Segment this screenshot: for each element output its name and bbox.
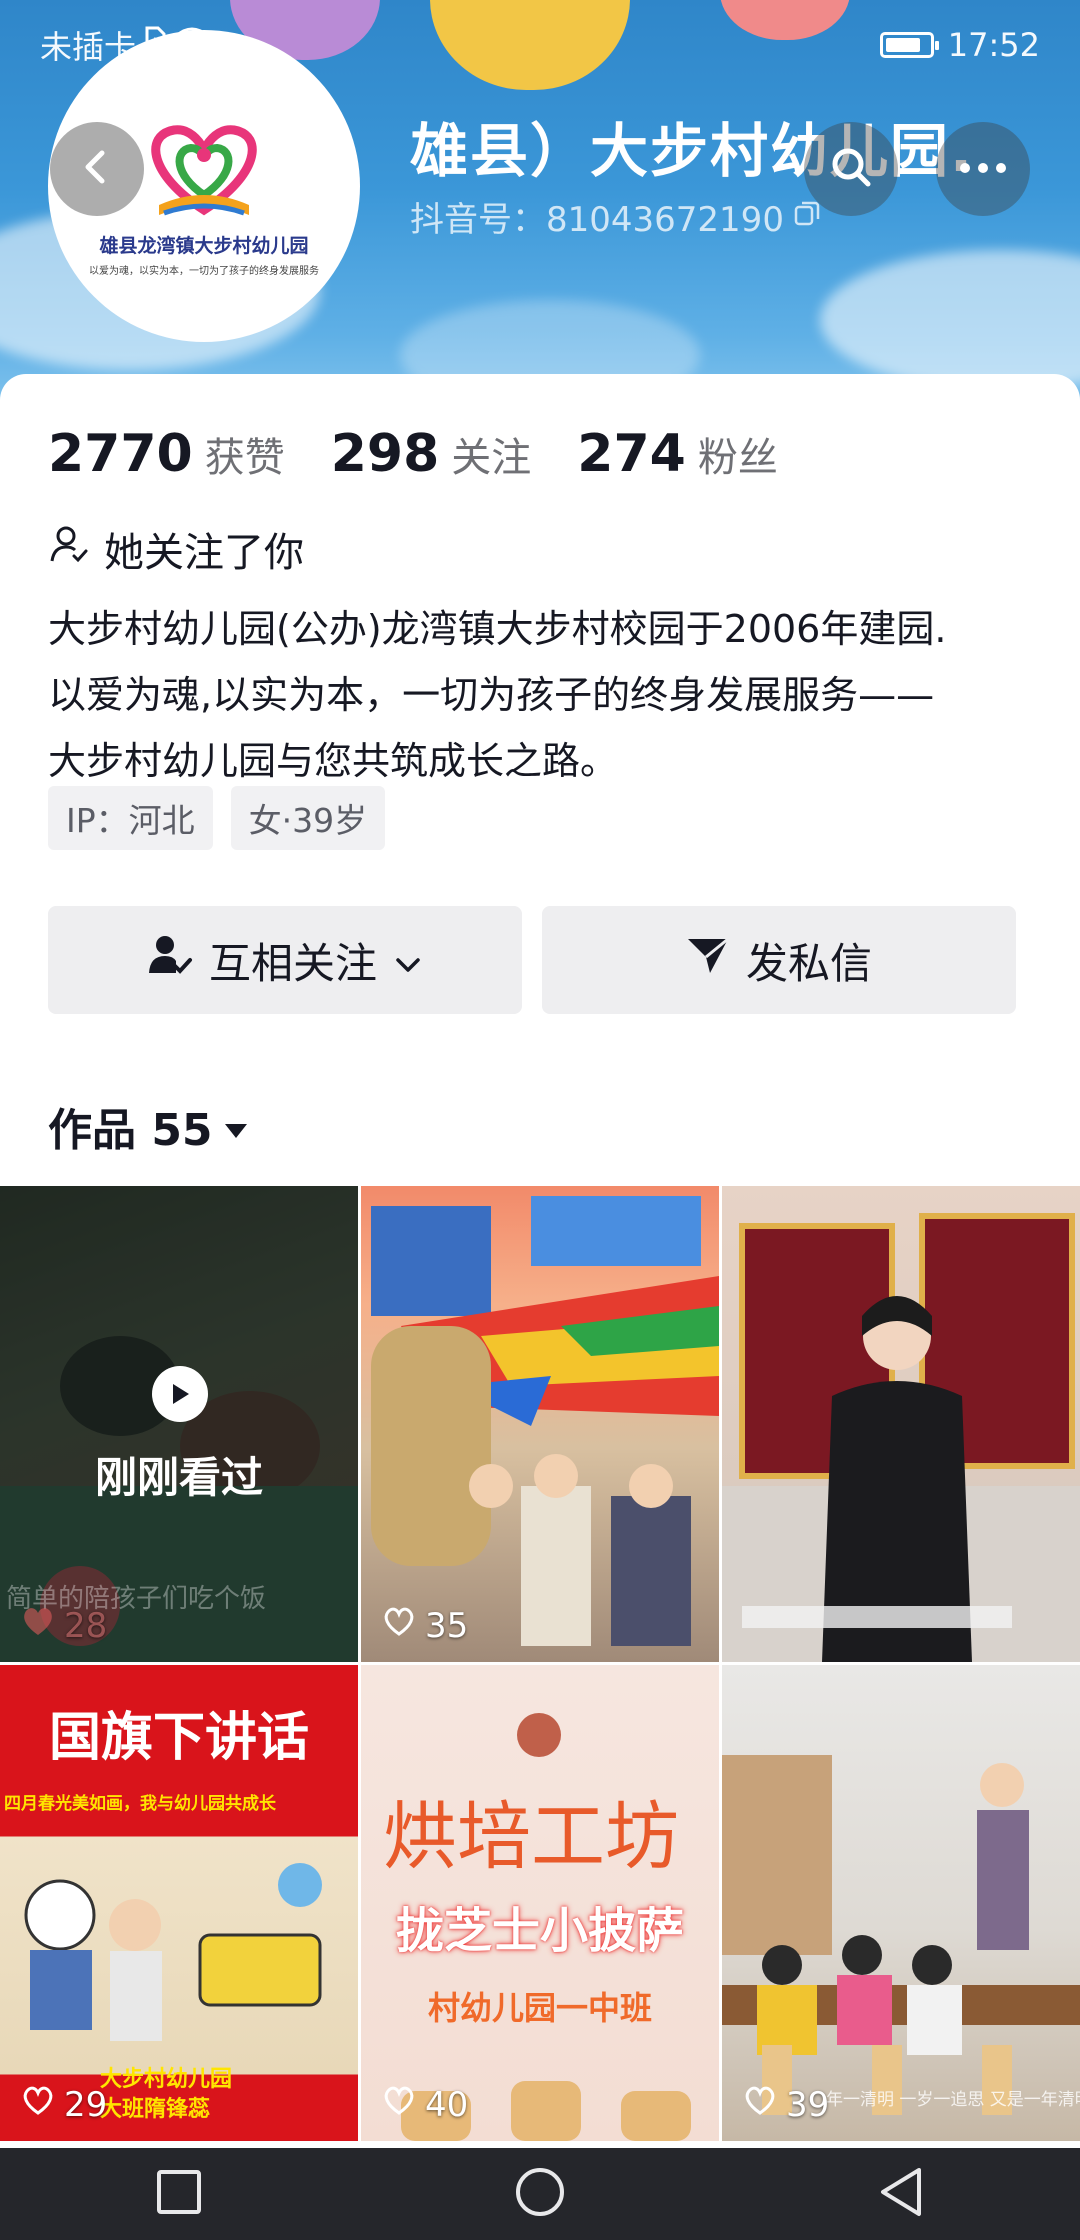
video-subtitle: 四月春光美如画，我与幼儿园共成长 [4,1794,276,1814]
person-check-filled-icon [147,933,193,987]
video-thumbnail[interactable] [722,1186,1080,1662]
mutual-follow-label: 互相关注 [208,938,377,988]
video-thumbnail[interactable]: 刚刚看过 简单的陪孩子们吃个饭 28 [0,1186,358,1662]
back-triangle-button[interactable] [877,2166,925,2222]
stat-label: 关注 [451,435,532,481]
stat-followers[interactable]: 274 粉丝 [577,424,778,484]
video-caption: 年一清明 一岁一追思 又是一年清明 [826,2090,1080,2110]
gender-age-tag: 女·39岁 [230,786,386,850]
thumbnail-scene [722,1213,1080,1662]
status-bar: 未插卡 ! 17:52 [0,0,1080,90]
battery-icon [879,32,939,58]
video-grid: 刚刚看过 简单的陪孩子们吃个饭 28 35 国旗下讲话 四月春光美如画，我与幼儿… [0,1186,1080,2141]
ip-location-tag: IP：河北 [48,786,213,850]
carrier-text: 未插卡 [40,28,137,66]
douyin-id-text: 抖音号：81043672190 [410,200,784,240]
recent-apps-button[interactable] [155,2168,203,2220]
stat-following[interactable]: 298 关注 [331,424,532,484]
brand-badge [517,1713,561,1757]
stats-row: 2770 获赞 298 关注 274 粉丝 [48,424,778,484]
person-check-icon [48,523,90,575]
recently-viewed-label: 刚刚看过 [94,1453,263,1502]
video-thumbnail[interactable]: 年一清明 一岁一追思 又是一年清明 39 [722,1665,1080,2141]
like-count: 35 [381,1605,468,1646]
home-button[interactable] [514,2166,566,2222]
video-subtitle: 拢芝士小披萨 [395,1903,684,1959]
more-dots-icon [958,160,1008,179]
wifi-icon [174,26,210,64]
caret-down-icon [223,1101,249,1152]
bio-line: 大步村幼儿园与您共筑成长之路。 [48,739,619,783]
system-navigation-bar [0,2148,1080,2240]
video-title: 烘培工坊 [383,1794,679,1880]
like-count-text: 28 [64,1605,108,1646]
thumbnail-scene [722,1755,1080,2115]
heart-icon [20,1605,56,1646]
video-thumbnail[interactable]: 35 [361,1186,719,1662]
like-count: 28 [20,1605,107,1646]
chevron-down-icon [393,936,423,985]
like-count: 39 [742,2084,829,2125]
profile-tags: IP：河北 女·39岁 [48,786,386,850]
logo-motto-text: 以爱为魂，以实为本，一切为了孩子的终身发展服务 [89,266,319,277]
send-message-label: 发私信 [745,938,872,988]
thumbnail-scene [24,1863,322,2041]
send-message-button[interactable]: 发私信 [542,906,1016,1014]
heart-outline-icon [742,2084,778,2125]
heart-outline-icon [381,2084,417,2125]
stat-number: 274 [577,424,686,484]
stat-label: 获赞 [204,435,285,481]
follows-you-indicator: 她关注了你 [48,520,304,578]
sim-icon: ! [144,26,166,64]
logo-name-text: 雄县龙湾镇大步村幼儿园 [99,235,309,257]
like-count-text: 40 [425,2084,469,2125]
video-thumbnail[interactable]: 国旗下讲话 四月春光美如画，我与幼儿园共成长 大步村幼儿园 大班隋锋蕊 29 [0,1665,358,2141]
bio-line: 大步村幼儿园(公办)龙湾镇大步村校园于2006年建园. [48,607,947,651]
video-thumbnail[interactable]: 烘培工坊 拢芝士小披萨 村幼儿园一中班 40 [361,1665,719,2141]
like-count-text: 35 [425,1605,469,1646]
like-count: 29 [20,2084,107,2125]
video-bottom-text: 大步村幼儿园 大班隋锋蕊 [100,2067,233,2122]
like-count-text: 39 [786,2084,830,2125]
paper-plane-icon [686,935,730,985]
clock-text: 17:52 [947,26,1040,64]
video-title: 国旗下讲话 [48,1708,309,1768]
back-button[interactable] [50,122,144,216]
stat-number: 2770 [48,424,193,484]
stat-number: 298 [330,424,440,484]
search-icon [828,144,874,194]
stat-likes[interactable]: 2770 获赞 [48,424,285,484]
thumbnail-scene [371,1196,719,1646]
back-arrow-icon [77,147,117,191]
action-buttons: 互相关注 发私信 [48,906,1016,1014]
more-button[interactable] [936,122,1030,216]
profile-bio: 大步村幼儿园(公办)龙湾镇大步村校园于2006年建园. 以爱为魂,以实为本，一切… [48,596,1048,794]
works-label: 作品 55 [48,1105,213,1156]
video-bottom-text: 村幼儿园一中班 [427,1989,652,2027]
douyin-id[interactable]: 抖音号：81043672190 [410,192,822,241]
works-tab[interactable]: 作品 55 [48,1094,249,1158]
heart-outline-icon [381,1605,417,1646]
bio-line: 以爱为魂,以实为本，一切为孩子的终身发展服务—— [48,673,935,717]
play-icon [152,1366,208,1422]
mutual-follow-button[interactable]: 互相关注 [48,906,522,1014]
heart-outline-icon [20,2084,56,2125]
kindergarten-logo [129,115,279,225]
like-count-text: 29 [64,2084,108,2125]
svg-text:!: ! [152,36,158,52]
like-count: 40 [381,2084,468,2125]
stat-label: 粉丝 [697,435,778,481]
search-button[interactable] [804,122,898,216]
profile-card: 2770 获赞 298 关注 274 粉丝 她关注了你 大步村幼儿园(公办)龙湾… [0,374,1080,2184]
cloud-decoration [820,250,1080,390]
follows-you-text: 她关注了你 [104,530,304,576]
